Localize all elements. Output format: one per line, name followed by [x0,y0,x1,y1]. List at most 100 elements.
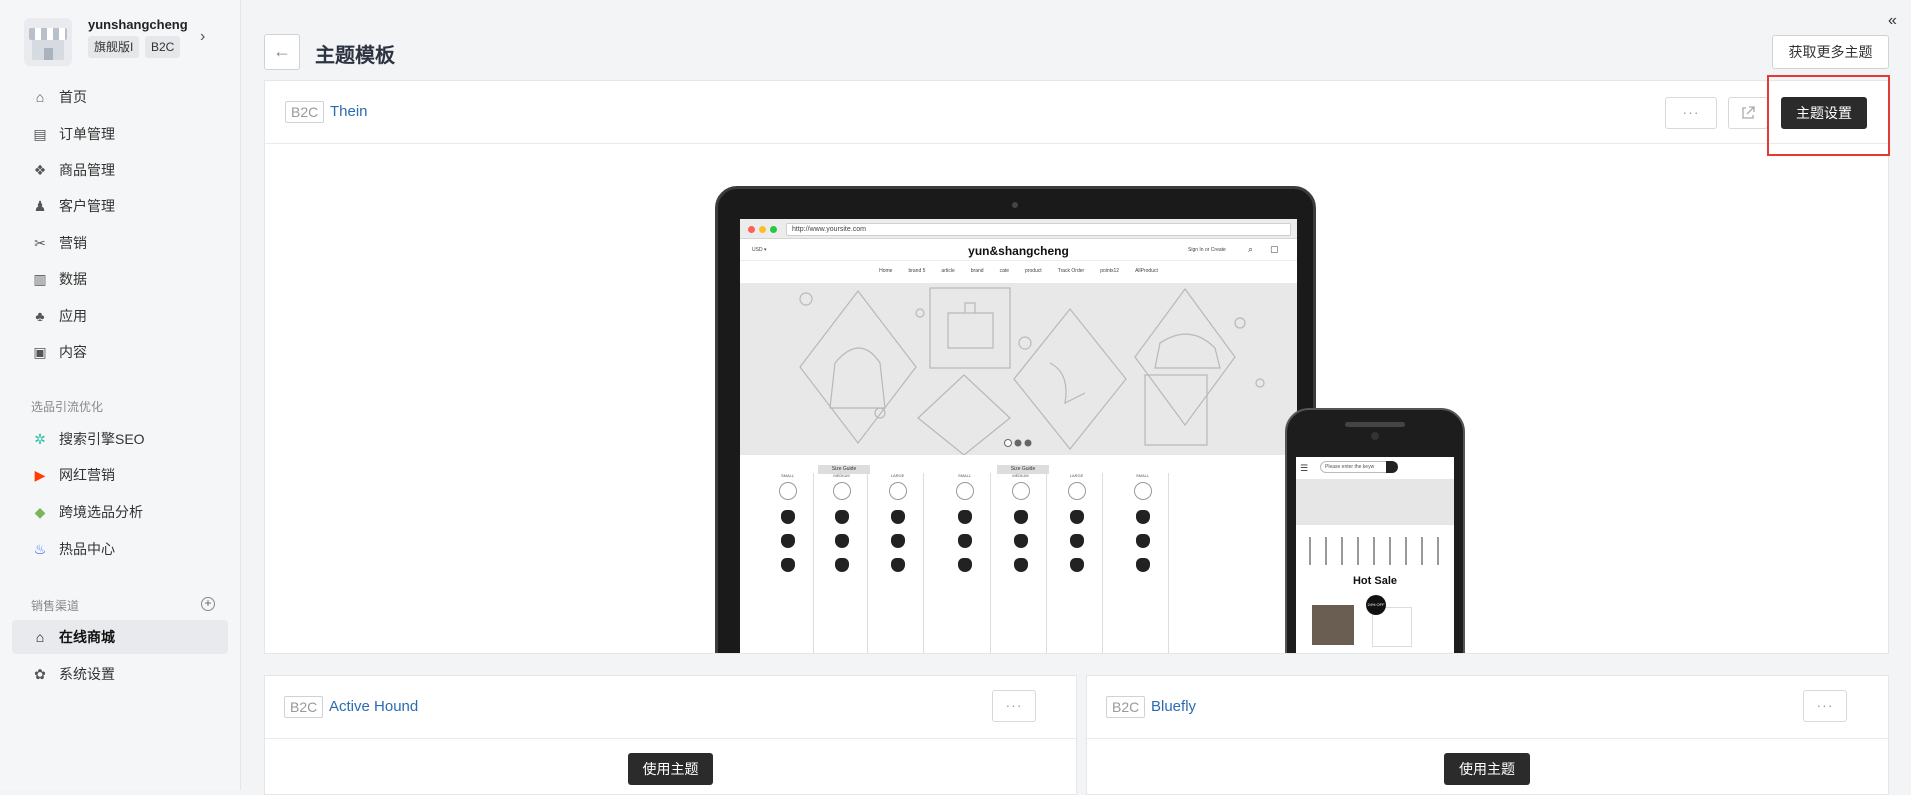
page-title: 主题模板 [315,45,395,67]
hero-illustration [799,287,1265,455]
site-nav-item: Track Order [1057,268,1085,274]
sidebar-item-main-1[interactable]: ▤ 订单管理 [12,117,228,151]
dog-icon [957,558,972,572]
add-channel-icon[interactable]: + [201,597,215,611]
site-nav-item: points12 [1100,268,1120,274]
sidebar-item-main-2[interactable]: ❖ 商品管理 [12,153,228,187]
chevron-right-icon[interactable]: › [200,29,214,45]
site-topbar: USD ▾ yun&shangcheng Sign In or Create ⌕… [740,239,1297,261]
theme-more-button[interactable]: ··· [1803,690,1847,722]
size-column: SMALL [1117,473,1169,653]
dog-icon [890,510,905,524]
size-label: MEDIUM [1012,473,1029,478]
dog-icon [1013,558,1028,572]
phone-search-input: Please enter the keyw [1320,461,1392,473]
phone-product-image [1312,605,1354,645]
sidebar-item-main-0[interactable]: ⌂ 首页 [12,80,228,114]
sidebar-item-main-7[interactable]: ▣ 内容 [12,335,228,369]
sidebar-item-channels-0[interactable]: ⌂ 在线商城 [12,620,228,654]
collapse-sidebar-icon[interactable]: « [1888,12,1897,30]
size-guide-section: Size Guide Size Guide SMALL MEDIUM LARGE SM… [740,461,1297,653]
store-icon: ⌂ [35,629,45,645]
theme-more-button[interactable]: ··· [1665,97,1717,129]
sidebar-item-label: 首页 [59,89,87,105]
sidebar-item-label: 在线商城 [59,629,115,645]
size-circle [1133,482,1152,500]
youtube-icon: ▶ [34,467,46,483]
theme-preview: http://www.yoursite.com USD ▾ yun&shangc… [265,145,1888,653]
dog-icon [1135,510,1150,524]
section-label-optimize: 选品引流优化 [31,400,104,414]
back-button[interactable]: ← [264,34,300,70]
size-column: MEDIUM [816,473,868,653]
sidebar-item-main-3[interactable]: ♟ 客户管理 [12,189,228,223]
site-nav-item: brand 5 [908,268,926,274]
hamburger-icon: ☰ [1300,463,1309,473]
current-theme-card: B2C Thein ··· 主题设置 http://www.yoursite.c… [264,80,1889,654]
dog-icon [1069,534,1084,548]
discount-badge: 24% OFF [1366,595,1386,615]
shopify-icon: ◆ [34,504,46,520]
dog-icon [780,534,795,548]
theme-card-header: B2C Bluefly ··· [1087,676,1888,739]
use-theme-button[interactable]: 使用主题 [628,753,713,785]
dog-icon [834,510,849,524]
signin-link: Sign In or Create [1188,247,1226,253]
current-theme-header: B2C Thein ··· 主题设置 [265,81,1888,144]
theme-type-tag: B2C [1106,696,1146,718]
sidebar-item-optimize-2[interactable]: ◆ 跨境选品分析 [12,495,228,529]
sidebar-item-label: 热品中心 [59,541,115,557]
theme-name: Bluefly [1151,698,1197,715]
arrow-left-icon: ← [273,41,291,61]
dog-icon [1069,510,1084,524]
sidebar-item-main-5[interactable]: ▥ 数据 [12,262,228,296]
preview-external-button[interactable] [1728,97,1768,129]
use-theme-button[interactable]: 使用主题 [1444,753,1530,785]
sidebar-item-label: 内容 [59,344,87,360]
dog-icon [780,558,795,572]
size-circle [1011,482,1030,500]
theme-more-button[interactable]: ··· [992,690,1036,722]
sidebar-item-channels-1[interactable]: ✿ 系统设置 [12,657,228,691]
size-label: SMALL [957,473,972,478]
sidebar-item-label: 应用 [59,308,87,324]
size-column: SMALL [939,473,991,653]
theme-card: B2C Active Hound ··· 使用主题 [264,675,1077,795]
data-icon: ▥ [33,271,47,287]
content-icon: ▣ [33,344,47,360]
laptop-mockup: http://www.yoursite.com USD ▾ yun&shangc… [715,186,1316,653]
site-nav: Home brand 5 article brand cate product Track … [740,261,1297,281]
site-nav-item: product [1025,268,1042,274]
size-column: LARGE [1051,473,1103,653]
sidebar-item-optimize-3[interactable]: ♨ 热品中心 [12,532,228,566]
home-icon: ⌂ [35,89,45,105]
store-switcher[interactable]: yunshangcheng 旗舰版I B2C › [24,16,224,68]
site-nav-item: AllProduct [1135,268,1158,274]
sidebar-item-label: 数据 [59,271,87,287]
dog-icon [957,510,972,524]
store-name: yunshangcheng [88,17,188,32]
sidebar-item-optimize-0[interactable]: ✲ 搜索引擎SEO [12,422,228,456]
dog-icon [1013,510,1028,524]
order-icon: ▤ [33,126,47,142]
size-label: MEDIUM [833,473,850,478]
theme-card-header: B2C Active Hound ··· [265,676,1076,739]
sidebar-item-main-6[interactable]: ♣ 应用 [12,299,228,333]
get-more-themes-button[interactable]: 获取更多主题 [1772,35,1889,69]
sidebar-item-main-4[interactable]: ✂ 营销 [12,226,228,260]
dog-icon [1135,534,1150,548]
apps-icon: ♣ [35,308,45,324]
sidebar-item-label: 系统设置 [59,666,115,682]
phone-screen: ☰ Please enter the keyw Hot Sale 24% OFF [1296,457,1454,653]
dog-icon [834,558,849,572]
size-label: LARGE [890,473,905,478]
seo-icon: ✲ [34,431,46,447]
dog-icon [1069,558,1084,572]
sidebar-item-optimize-1[interactable]: ▶ 网红营销 [12,458,228,492]
store-logo [24,18,72,66]
customer-icon: ♟ [33,198,47,214]
browser-chrome: http://www.yoursite.com [740,219,1297,239]
size-label: LARGE [1069,473,1084,478]
dog-icon [1013,534,1028,548]
dog-icon [890,558,905,572]
